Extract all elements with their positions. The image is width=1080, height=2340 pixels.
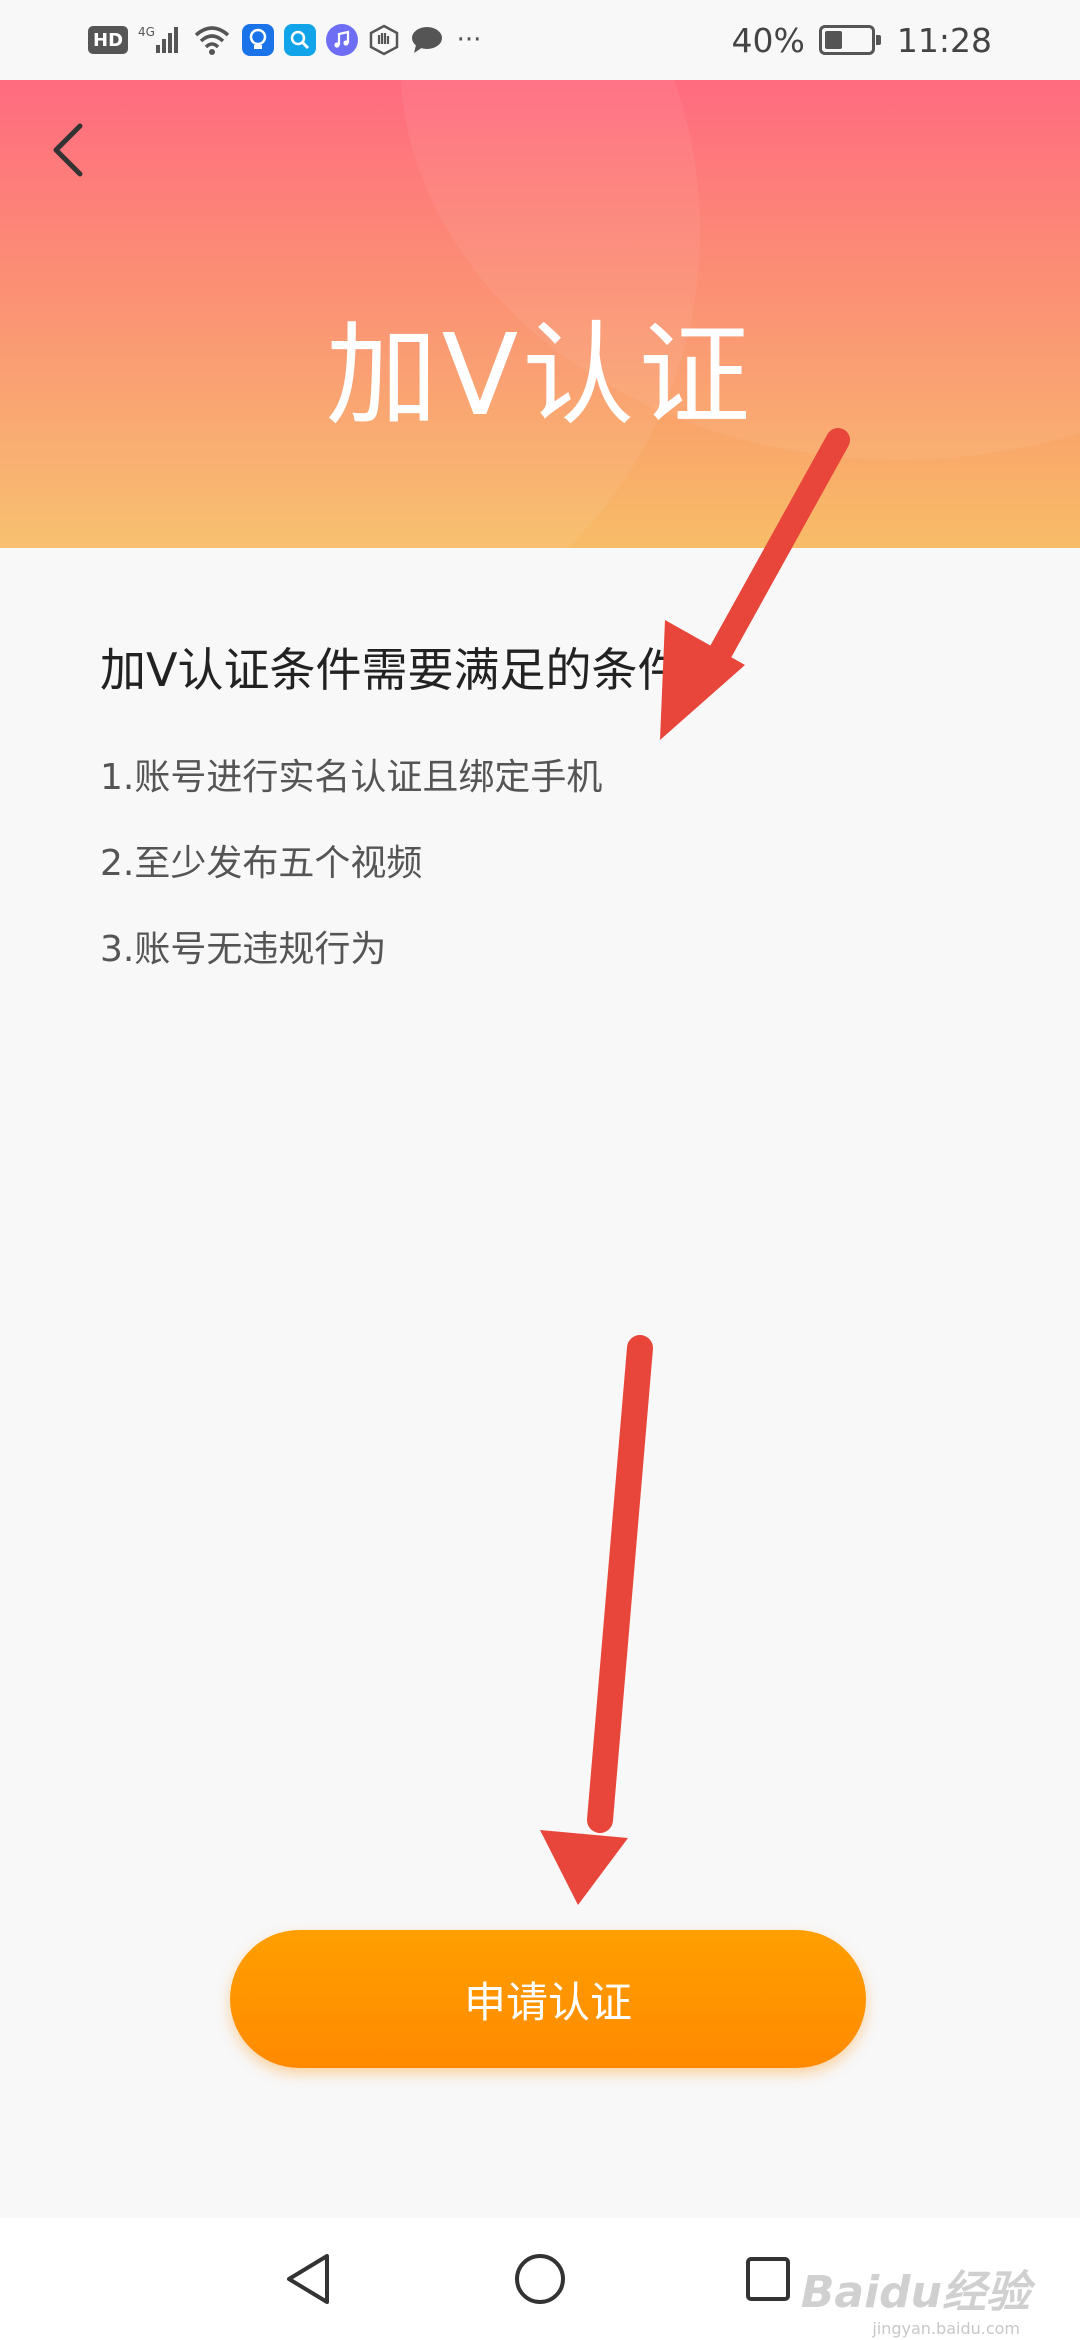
status-right: 40% 11:28 bbox=[732, 21, 992, 60]
nav-back-button[interactable] bbox=[248, 2218, 368, 2340]
search-app-icon bbox=[284, 24, 317, 56]
battery-percent: 40% bbox=[731, 20, 805, 60]
conditions-heading: 加V认证条件需要满足的条件？ bbox=[100, 643, 730, 697]
circle-home-icon bbox=[515, 2254, 565, 2304]
page-title: 加V认证 bbox=[325, 311, 755, 441]
music-app-icon bbox=[326, 24, 359, 56]
cellular-signal-icon: 4G bbox=[138, 23, 182, 57]
navigation-bar: Baidu经验 jingyan.baidu.com bbox=[0, 2218, 1080, 2340]
network-type-label: 4G bbox=[138, 25, 155, 39]
hd-icon: HD bbox=[88, 26, 129, 54]
hand-app-icon bbox=[368, 23, 400, 57]
status-time: 11:28 bbox=[896, 20, 992, 60]
baidu-watermark: Baidu经验 bbox=[801, 2256, 1030, 2320]
message-icon bbox=[410, 23, 444, 57]
watermark-brand: Baidu经验 bbox=[800, 2267, 1030, 2318]
nav-home-button[interactable] bbox=[480, 2218, 600, 2340]
lightbulb-app-icon bbox=[242, 24, 275, 56]
conditions-section: 加V认证条件需要满足的条件？ 1.账号进行实名认证且绑定手机 2.至少发布五个视… bbox=[100, 630, 1000, 1008]
header-banner: 加V认证 bbox=[0, 80, 1080, 548]
watermark-url: jingyan.baidu.com bbox=[872, 2319, 1020, 2338]
status-bar: HD 4G ··· 40% 11:28 bbox=[0, 0, 1080, 80]
square-recents-icon bbox=[746, 2257, 790, 2301]
screen: HD 4G ··· 40% 11:28 加V认证 加V认证条件需要满足的条件？ … bbox=[0, 0, 1080, 2340]
battery-icon bbox=[818, 25, 881, 55]
condition-item: 1.账号进行实名认证且绑定手机 bbox=[100, 757, 603, 798]
more-notifications-icon: ··· bbox=[456, 25, 482, 55]
apply-verification-button[interactable]: 申请认证 bbox=[230, 1930, 866, 2068]
triangle-back-icon bbox=[287, 2254, 329, 2304]
chevron-left-icon bbox=[53, 123, 83, 177]
condition-item: 2.至少发布五个视频 bbox=[100, 843, 423, 884]
condition-item: 3.账号无违规行为 bbox=[100, 929, 387, 970]
battery-level bbox=[824, 31, 843, 49]
wifi-icon bbox=[192, 23, 232, 57]
back-button[interactable] bbox=[28, 110, 108, 190]
arrow-to-apply-button bbox=[540, 1335, 653, 1905]
status-left: HD 4G ··· bbox=[88, 23, 484, 57]
